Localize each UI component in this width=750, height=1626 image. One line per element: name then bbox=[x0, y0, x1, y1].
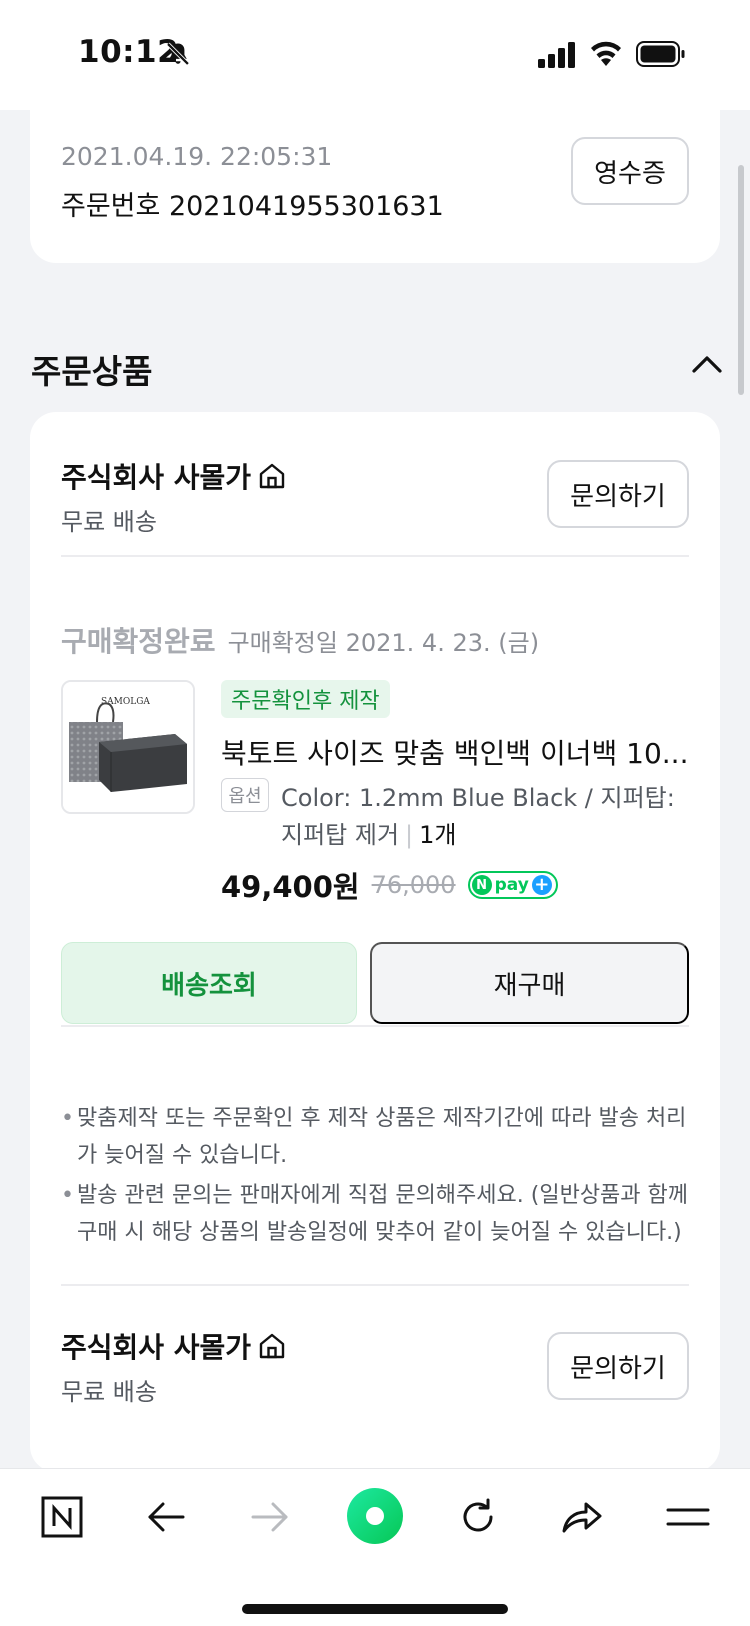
seller-name-label: 주식회사 사몰가 bbox=[61, 461, 252, 494]
npay-n-icon: N bbox=[471, 875, 492, 895]
option-value: Color: 1.2mm Blue Black / 지퍼탑: 지퍼탑 제거 bbox=[281, 784, 675, 849]
order-number: 주문번호 2021041955301631 bbox=[61, 191, 444, 222]
store-home-icon bbox=[259, 1333, 285, 1359]
home-indicator bbox=[242, 1604, 508, 1614]
track-delivery-button[interactable]: 배송조회 bbox=[61, 942, 357, 1024]
section-title: 주문상품 bbox=[31, 352, 153, 391]
npay-text: pay bbox=[494, 875, 529, 895]
purchase-confirm-date: 구매확정일 2021. 4. 23. (금) bbox=[227, 629, 540, 657]
sale-price: 49,400원 bbox=[221, 870, 360, 904]
divider bbox=[61, 555, 689, 557]
price-row: 49,400원 76,000 N pay + bbox=[221, 864, 558, 906]
cellular-signal-icon bbox=[538, 42, 575, 68]
bell-off-icon bbox=[166, 42, 190, 66]
browser-toolbar bbox=[0, 1468, 750, 1626]
npay-plus-icon: + bbox=[531, 875, 552, 895]
product-thumbnail[interactable]: SAMOLGA bbox=[61, 680, 195, 814]
option-separator: | bbox=[405, 821, 414, 849]
ask-seller-button-2[interactable]: 문의하기 bbox=[547, 1332, 689, 1400]
rebuy-button[interactable]: 재구매 bbox=[370, 942, 689, 1024]
shipping-info-2: 무료 배송 bbox=[61, 1378, 157, 1406]
npay-plus-badge: N pay + bbox=[467, 871, 558, 899]
status-bar: 10:12 bbox=[0, 0, 750, 110]
order-product-card: 주식회사 사몰가 무료 배송 문의하기 구매확정완료 구매확정일 2021. 4… bbox=[30, 412, 720, 1472]
option-text: Color: 1.2mm Blue Black / 지퍼탑: 지퍼탑 제거 | 1개 bbox=[281, 780, 691, 854]
option-tag: 옵션 bbox=[221, 778, 269, 812]
share-icon[interactable] bbox=[558, 1493, 606, 1541]
green-dot-icon[interactable] bbox=[346, 1487, 404, 1545]
notice-item: 발송 관련 문의는 판매자에게 직접 문의해주세요. (일반상품과 함께 구매 … bbox=[61, 1177, 689, 1251]
seller-name-label: 주식회사 사몰가 bbox=[61, 1331, 252, 1364]
product-name[interactable]: 북토트 사이즈 맞춤 백인백 이너백 10... bbox=[221, 732, 689, 772]
original-price: 76,000 bbox=[371, 871, 456, 899]
notice-item: 맞춤제작 또는 주문확인 후 제작 상품은 제작기간에 따라 발송 처리가 늦어… bbox=[61, 1100, 689, 1174]
shipping-info: 무료 배송 bbox=[61, 508, 157, 536]
product-image: SAMOLGA bbox=[63, 682, 193, 812]
divider bbox=[61, 1284, 689, 1286]
purchase-status: 구매확정완료 구매확정일 2021. 4. 23. (금) bbox=[61, 620, 539, 660]
menu-icon[interactable] bbox=[664, 1493, 712, 1541]
battery-icon bbox=[636, 41, 685, 67]
divider bbox=[61, 1025, 689, 1027]
made-to-order-badge: 주문확인후 제작 bbox=[221, 680, 390, 718]
chevron-up-icon[interactable] bbox=[690, 350, 724, 376]
forward-arrow-icon[interactable] bbox=[246, 1493, 294, 1541]
refresh-icon[interactable] bbox=[454, 1493, 502, 1541]
receipt-button[interactable]: 영수증 bbox=[571, 137, 689, 205]
ask-seller-button[interactable]: 문의하기 bbox=[547, 460, 689, 528]
order-info-card: 2021.04.19. 22:05:31 주문번호 20210419553016… bbox=[30, 100, 720, 263]
order-datetime: 2021.04.19. 22:05:31 bbox=[61, 142, 333, 171]
store-home-icon bbox=[259, 463, 285, 489]
seller-name-2[interactable]: 주식회사 사몰가 bbox=[61, 1326, 287, 1366]
notice-list: 맞춤제작 또는 주문확인 후 제작 상품은 제작기간에 따라 발송 처리가 늦어… bbox=[61, 1100, 689, 1254]
back-arrow-icon[interactable] bbox=[142, 1493, 190, 1541]
purchase-status-label: 구매확정완료 bbox=[61, 625, 216, 658]
wifi-icon bbox=[591, 41, 621, 66]
option-quantity: 1개 bbox=[419, 821, 457, 849]
thumb-brand-text: SAMOLGA bbox=[101, 697, 150, 707]
scrollbar[interactable] bbox=[738, 165, 744, 395]
seller-name[interactable]: 주식회사 사몰가 bbox=[61, 456, 287, 496]
naver-home-icon[interactable] bbox=[38, 1493, 86, 1541]
